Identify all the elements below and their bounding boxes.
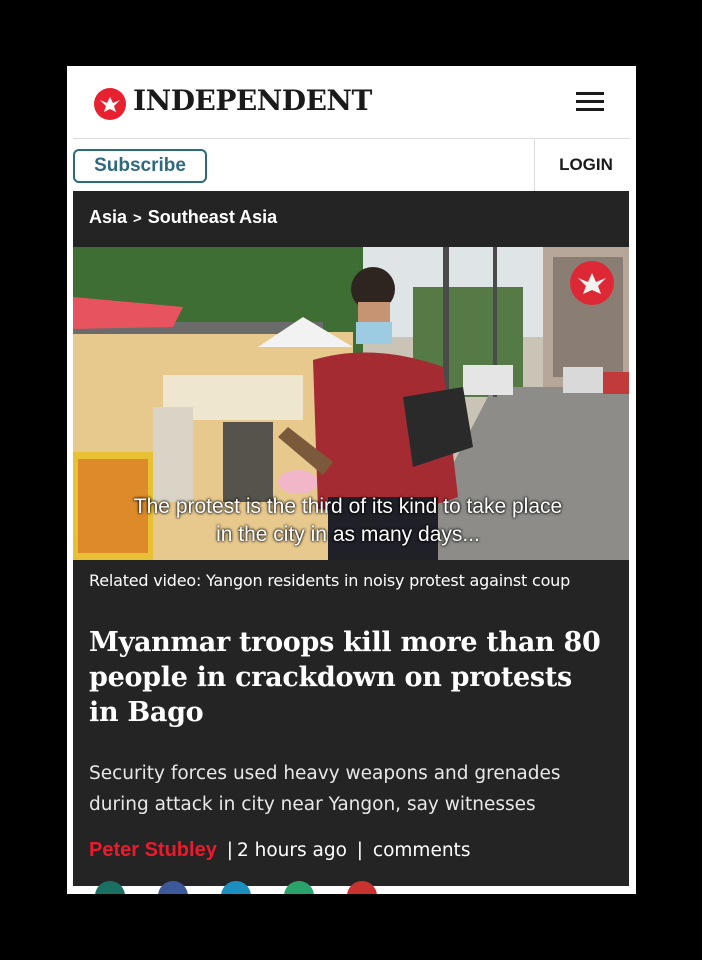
share-icon[interactable] (347, 881, 377, 894)
article-headline: Myanmar troops kill more than 80 people … (89, 627, 601, 728)
share-icon[interactable] (158, 881, 188, 894)
byline-separator: | (226, 840, 233, 861)
related-video-label[interactable]: Related video: Yangon residents in noisy… (89, 571, 570, 590)
byline-separator: | (356, 840, 364, 861)
caption-line-2: in the city in as many days... (216, 523, 480, 546)
breadcrumb: Asia > Southeast Asia (89, 207, 277, 228)
author-link[interactable]: Peter Stubley (89, 839, 217, 861)
login-container: LOGIN (534, 139, 636, 191)
caption-line-1: The protest is the third of its kind to … (133, 495, 563, 518)
independent-eagle-icon[interactable] (94, 88, 126, 120)
share-icon[interactable] (221, 881, 251, 894)
login-button[interactable]: LOGIN (559, 155, 613, 175)
share-icon[interactable] (284, 881, 314, 894)
share-icon[interactable] (95, 881, 125, 894)
article-standfirst: Security forces used heavy weapons and g… (89, 763, 561, 815)
byline: Peter Stubley | 2 hours ago | comments (89, 839, 470, 862)
breadcrumb-separator: > (133, 210, 142, 227)
independent-badge-icon (570, 261, 614, 305)
subscribe-button[interactable]: Subscribe (73, 149, 207, 183)
account-bar: Subscribe LOGIN (67, 139, 636, 191)
hamburger-menu-icon[interactable] (576, 92, 604, 114)
video-player[interactable]: The protest is the third of its kind to … (73, 247, 629, 560)
masthead: INDEPENDENT (67, 66, 636, 138)
comments-link[interactable]: comments (373, 840, 471, 861)
page-frame: INDEPENDENT Subscribe LOGIN Asia > Southea… (67, 66, 636, 894)
breadcrumb-southeast-asia[interactable]: Southeast Asia (148, 207, 277, 227)
breadcrumb-asia[interactable]: Asia (89, 207, 127, 227)
article-panel: Asia > Southeast Asia The protest is the… (73, 191, 629, 894)
brand-logo[interactable]: INDEPENDENT (133, 84, 372, 117)
publish-time: 2 hours ago (236, 840, 347, 861)
video-caption: The protest is the third of its kind to … (113, 493, 583, 549)
